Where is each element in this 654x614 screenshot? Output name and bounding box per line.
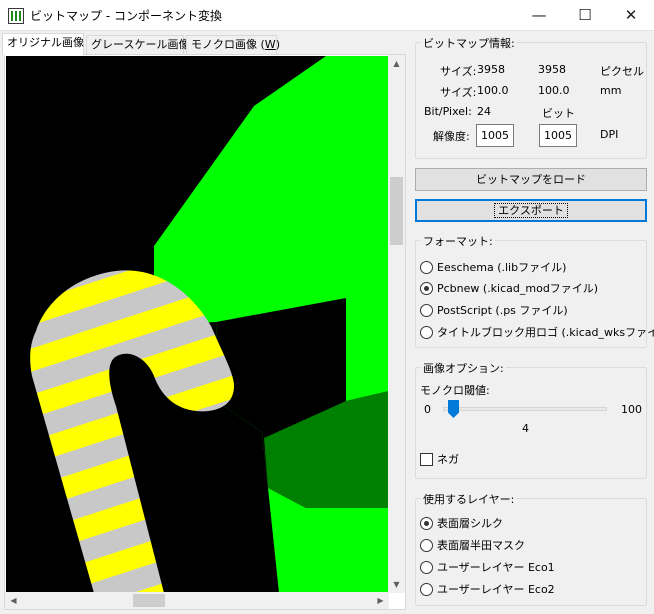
format-option-titleblock-logo[interactable]: タイトルブロック用ロゴ (.kicad_wksファイル) — [420, 323, 654, 341]
maximize-button[interactable]: ☐ — [562, 0, 608, 31]
format-option-pcbnew[interactable]: Pcbnew (.kicad_modファイル) — [420, 279, 598, 297]
radio-icon — [420, 560, 433, 574]
size-px-height: 3958 — [538, 63, 566, 76]
slider-max-label: 100 — [621, 403, 642, 416]
bitmap-preview — [6, 56, 389, 593]
tab-mono-suffix: ) — [275, 38, 280, 51]
scroll-down-icon[interactable]: ▼ — [388, 576, 405, 593]
radio-selected-icon — [420, 281, 433, 295]
layer-group: 使用するレイヤー: 表面層シルク 表面層半田マスク ユーザーレイヤー Eco1 … — [415, 491, 647, 606]
size-mm-label: サイズ: — [440, 86, 477, 99]
tab-mono-mnemonic: W — [264, 38, 276, 51]
layer-option-label: ユーザーレイヤー Eco1 — [437, 561, 555, 574]
format-group: フォーマット: Eeschema (.libファイル) Pcbnew (.kic… — [415, 233, 654, 348]
tab-grayscale-image[interactable]: グレースケール画像 — [86, 35, 189, 54]
radio-icon — [420, 260, 433, 274]
threshold-slider-thumb[interactable] — [448, 400, 459, 418]
bpp-unit: ビット — [542, 107, 575, 120]
vertical-scrollbar[interactable]: ▲ ▼ — [388, 55, 405, 593]
load-bitmap-button[interactable]: ビットマップをロード — [415, 168, 647, 191]
format-option-label: タイトルブロック用ロゴ (.kicad_wksファイル) — [437, 326, 654, 339]
layer-option-eco1[interactable]: ユーザーレイヤー Eco1 — [420, 558, 555, 576]
radio-icon — [420, 325, 433, 339]
threshold-value: 4 — [522, 422, 529, 435]
scroll-left-icon[interactable]: ◀ — [5, 592, 22, 609]
resolution-unit: DPI — [600, 128, 619, 141]
layer-option-label: 表面層シルク — [437, 517, 503, 530]
threshold-slider-track[interactable] — [443, 407, 607, 411]
image-options-group: 画像オプション: モノクロ閾値: 0 100 4 ネガ — [415, 360, 647, 479]
scroll-up-icon[interactable]: ▲ — [388, 55, 405, 72]
export-button[interactable]: エクスポート — [415, 199, 647, 222]
bpp-label: Bit/Pixel: — [424, 105, 472, 118]
radio-icon — [420, 538, 433, 552]
slider-min-label: 0 — [424, 403, 431, 416]
horizontal-scroll-thumb[interactable] — [133, 594, 165, 607]
size-mm-height: 100.0 — [538, 84, 570, 97]
window-title: ビットマップ - コンポーネント変換 — [30, 9, 222, 23]
format-option-label: PostScript (.ps ファイル) — [437, 304, 568, 317]
layer-option-label: 表面層半田マスク — [437, 539, 525, 552]
image-viewer[interactable]: ▲ ▼ ◀ ▶ — [4, 54, 406, 610]
checkbox-icon — [420, 452, 433, 466]
radio-icon — [420, 582, 433, 596]
format-title: フォーマット: — [421, 233, 495, 249]
threshold-label: モノクロ閾値: — [420, 384, 490, 397]
radio-selected-icon — [420, 516, 433, 530]
size-px-width: 3958 — [477, 63, 505, 76]
bitmap-info-group: ビットマップ情報: サイズ: 3958 3958 ピクセル サイズ: 100.0… — [415, 35, 647, 159]
format-option-label: Pcbnew (.kicad_modファイル) — [437, 282, 599, 295]
scroll-right-icon[interactable]: ▶ — [372, 592, 389, 609]
layer-option-label: ユーザーレイヤー Eco2 — [437, 583, 555, 596]
format-option-eeschema[interactable]: Eeschema (.libファイル) — [420, 258, 566, 276]
size-px-label: サイズ: — [440, 65, 477, 78]
negative-checkbox[interactable]: ネガ — [420, 450, 459, 468]
layer-option-front-mask[interactable]: 表面層半田マスク — [420, 536, 525, 554]
tab-original-image[interactable]: オリジナル画像 — [2, 33, 84, 55]
resolution-x-input[interactable]: 1005 — [476, 124, 514, 147]
resolution-y-input[interactable]: 1005 — [539, 124, 577, 147]
format-option-label: Eeschema (.libファイル) — [437, 261, 567, 274]
minimize-button[interactable]: — — [516, 0, 562, 31]
export-button-label: エクスポート — [494, 203, 568, 218]
horizontal-scrollbar[interactable]: ◀ ▶ — [5, 592, 389, 609]
title-bar: ビットマップ - コンポーネント変換 — ☐ ✕ — [0, 0, 654, 31]
app-icon — [8, 8, 24, 24]
vertical-scroll-thumb[interactable] — [390, 177, 403, 245]
radio-icon — [420, 303, 433, 317]
tab-mono-label: モノクロ画像 ( — [191, 38, 265, 51]
bpp-value: 24 — [477, 105, 491, 118]
format-option-postscript[interactable]: PostScript (.ps ファイル) — [420, 301, 568, 319]
image-options-title: 画像オプション: — [421, 360, 506, 376]
size-px-unit: ピクセル — [600, 65, 644, 78]
layer-option-front-silk[interactable]: 表面層シルク — [420, 514, 503, 532]
negative-label: ネガ — [437, 453, 459, 466]
size-mm-width: 100.0 — [477, 84, 509, 97]
layer-option-eco2[interactable]: ユーザーレイヤー Eco2 — [420, 580, 555, 598]
tab-mono-image[interactable]: モノクロ画像 (W) — [186, 35, 280, 54]
close-button[interactable]: ✕ — [608, 0, 654, 31]
bitmap-info-title: ビットマップ情報: — [421, 35, 517, 51]
size-mm-unit: mm — [600, 84, 622, 97]
resolution-label: 解像度: — [433, 130, 470, 143]
layer-title: 使用するレイヤー: — [421, 491, 517, 507]
